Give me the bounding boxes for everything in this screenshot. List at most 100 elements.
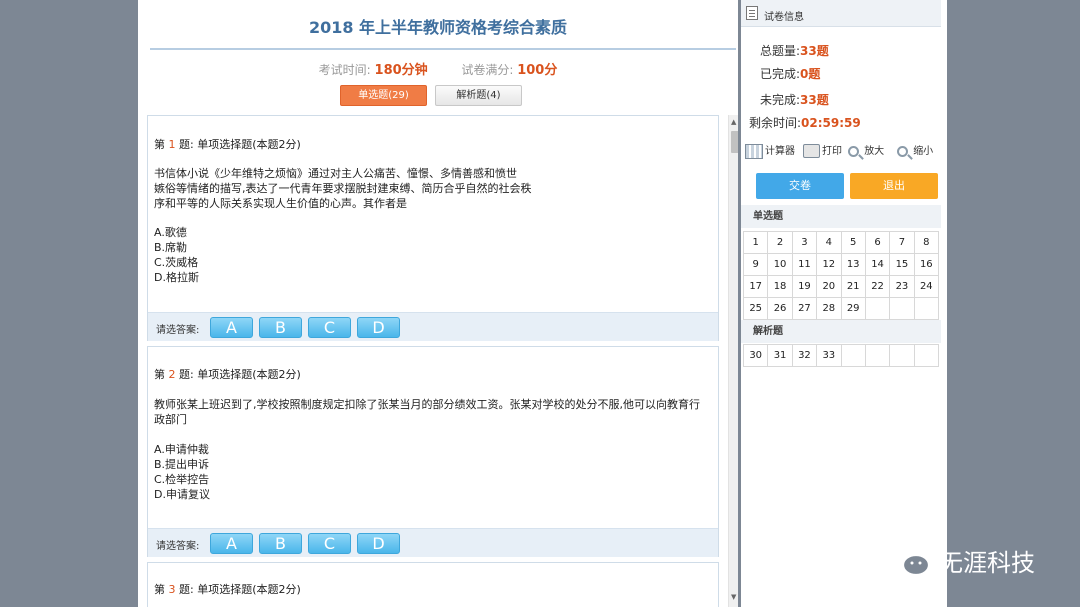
- question-number: 3: [168, 583, 176, 596]
- grid-row: 25 26 27 28 29: [744, 298, 939, 320]
- calculator-button[interactable]: 计算器: [745, 142, 795, 159]
- print-button[interactable]: 打印: [803, 142, 842, 158]
- zoom-out-icon: [897, 145, 908, 157]
- empty-cell: [914, 345, 939, 367]
- question-nav-cell[interactable]: 21: [841, 276, 866, 298]
- section-header-single-choice: 单选题: [741, 205, 941, 228]
- question-nav-cell[interactable]: 29: [841, 298, 866, 320]
- question-nav-cell[interactable]: 23: [890, 276, 915, 298]
- question-nav-cell[interactable]: 12: [817, 254, 842, 276]
- question-nav-cell[interactable]: 31: [768, 345, 793, 367]
- answer-button-b[interactable]: B: [259, 317, 302, 338]
- question-nav-cell[interactable]: 11: [792, 254, 818, 276]
- question-grid-analysis: 30 31 32 33: [743, 344, 939, 367]
- question-nav-cell[interactable]: 33: [817, 345, 842, 367]
- question-text: 教师张某上班迟到了,学校按照制度规定扣除了张某当月的部分绩效工资。张某对学校的处…: [154, 398, 700, 426]
- grid-row: 12345678: [744, 232, 939, 254]
- remaining-time: 剩余时间:02:59:59: [749, 116, 861, 130]
- zoom-in-button[interactable]: 放大: [848, 142, 884, 157]
- score-value: 100分: [517, 63, 558, 78]
- time-value: 180分钟: [374, 63, 428, 78]
- option-a: A.申请仲裁: [154, 443, 209, 456]
- question-nav-cell[interactable]: 8: [914, 232, 939, 254]
- tab-analysis[interactable]: 解析题(4): [435, 85, 522, 106]
- printer-icon: [803, 144, 820, 158]
- answer-bar: 请选答案: A B C D: [148, 312, 718, 341]
- question-nav-cell[interactable]: 25: [744, 298, 769, 320]
- question-nav-cell[interactable]: 20: [817, 276, 842, 298]
- question-nav-cell[interactable]: 1: [744, 232, 769, 254]
- answer-button-a[interactable]: A: [210, 317, 253, 338]
- section-header-analysis: 解析题: [741, 320, 941, 343]
- watermark-text: 无涯科技: [939, 549, 1035, 577]
- answer-label: 请选答案:: [156, 325, 200, 336]
- grid-row: 30 31 32 33: [744, 345, 939, 367]
- exam-info-header: 试卷信息: [741, 0, 941, 27]
- grid-row: 9 10 11 12 13 14 15 16: [744, 254, 939, 276]
- remaining-count: 未完成:33题: [760, 93, 829, 107]
- option-b: B.提出申诉: [154, 458, 210, 471]
- question-nav-cell[interactable]: 10: [768, 254, 793, 276]
- question-nav-cell[interactable]: 30: [744, 345, 769, 367]
- question-nav-cell[interactable]: 14: [865, 254, 891, 276]
- zoom-out-button[interactable]: 缩小: [897, 142, 933, 157]
- question-number: 2: [168, 368, 176, 381]
- grid-row: 17 18 19 20 21 22 23 24: [744, 276, 939, 298]
- question-nav-cell[interactable]: 26: [768, 298, 793, 320]
- score-label: 试卷满分:: [461, 63, 514, 77]
- question-text: 书信体小说《少年维特之烦恼》通过对主人公痛苦、憧憬、多情善感和愤世 嫉俗等情绪的…: [154, 167, 532, 210]
- scroll-down-icon[interactable]: ▼: [731, 593, 736, 601]
- question-list: 第 1 题: 单项选择题(本题2分) 书信体小说《少年维特之烦恼》通过对主人公痛…: [147, 115, 738, 607]
- question-header: 第 3 题: 单项选择题(本题2分): [154, 583, 301, 596]
- answer-button-c[interactable]: C: [308, 533, 351, 554]
- exam-panel: 2018 年上半年教师资格考综合素质 考试时间: 180分钟 试卷满分: 100…: [138, 0, 738, 607]
- question-options: A.歌德 B.席勒 C.茨威格 D.格拉斯: [154, 225, 199, 285]
- answer-bar: 请选答案: A B C D: [148, 528, 718, 557]
- question-nav-cell[interactable]: 6: [865, 232, 891, 254]
- question-nav-cell[interactable]: 7: [890, 232, 915, 254]
- document-icon: [746, 6, 758, 20]
- question-nav-cell[interactable]: 17: [744, 276, 769, 298]
- question-nav-cell[interactable]: 19: [792, 276, 818, 298]
- empty-cell: [914, 298, 939, 320]
- answer-button-b[interactable]: B: [259, 533, 302, 554]
- question-card-1: 第 1 题: 单项选择题(本题2分) 书信体小说《少年维特之烦恼》通过对主人公痛…: [147, 115, 719, 341]
- submit-button[interactable]: 交卷: [756, 173, 844, 199]
- question-nav-cell[interactable]: 5: [841, 232, 866, 254]
- option-c: C.检举控告: [154, 473, 210, 486]
- question-nav-cell[interactable]: 2: [768, 232, 793, 254]
- answer-button-d[interactable]: D: [357, 533, 400, 554]
- question-nav-cell[interactable]: 3: [792, 232, 818, 254]
- answer-button-c[interactable]: C: [308, 317, 351, 338]
- question-nav-cell[interactable]: 18: [768, 276, 793, 298]
- title-divider: [150, 48, 736, 50]
- question-grid-single-choice: 1 2 3 4 5 6 7 8 9 10 11 12 13 14 15 16 17 18 19 20 21 22 23 24 2…: [743, 231, 939, 320]
- scroll-up-icon[interactable]: ▲: [731, 118, 736, 126]
- question-nav-cell[interactable]: 22: [865, 276, 891, 298]
- question-number: 1: [168, 138, 176, 151]
- toolbar: 计算器 打印 放大 缩小: [745, 140, 941, 160]
- question-header: 第 2 题: 单项选择题(本题2分): [154, 368, 301, 381]
- option-a: A.歌德: [154, 226, 187, 239]
- time-label: 考试时间:: [318, 63, 371, 77]
- exit-button[interactable]: 退出: [850, 173, 938, 199]
- scrollbar[interactable]: ▲ ▼: [728, 115, 738, 607]
- question-header: 第 1 题: 单项选择题(本题2分): [154, 138, 301, 151]
- question-nav-cell[interactable]: 16: [914, 254, 939, 276]
- question-nav-cell[interactable]: 4: [817, 232, 842, 254]
- scroll-thumb[interactable]: [731, 131, 738, 153]
- question-nav-cell[interactable]: 9: [744, 254, 769, 276]
- empty-cell: [841, 345, 866, 367]
- option-d: D.格拉斯: [154, 271, 199, 284]
- answer-button-a[interactable]: A: [210, 533, 253, 554]
- question-nav-cell[interactable]: 15: [890, 254, 915, 276]
- question-nav-cell[interactable]: 32: [792, 345, 818, 367]
- answer-button-d[interactable]: D: [357, 317, 400, 338]
- tab-single-choice[interactable]: 单选题(29): [340, 85, 427, 106]
- question-nav-cell[interactable]: 13: [841, 254, 866, 276]
- empty-cell: [865, 298, 891, 320]
- question-nav-cell[interactable]: 24: [914, 276, 939, 298]
- question-nav-cell[interactable]: 28: [817, 298, 842, 320]
- question-nav-cell[interactable]: 27: [792, 298, 818, 320]
- question-options: A.申请仲裁 B.提出申诉 C.检举控告 D.申请复议: [154, 442, 210, 502]
